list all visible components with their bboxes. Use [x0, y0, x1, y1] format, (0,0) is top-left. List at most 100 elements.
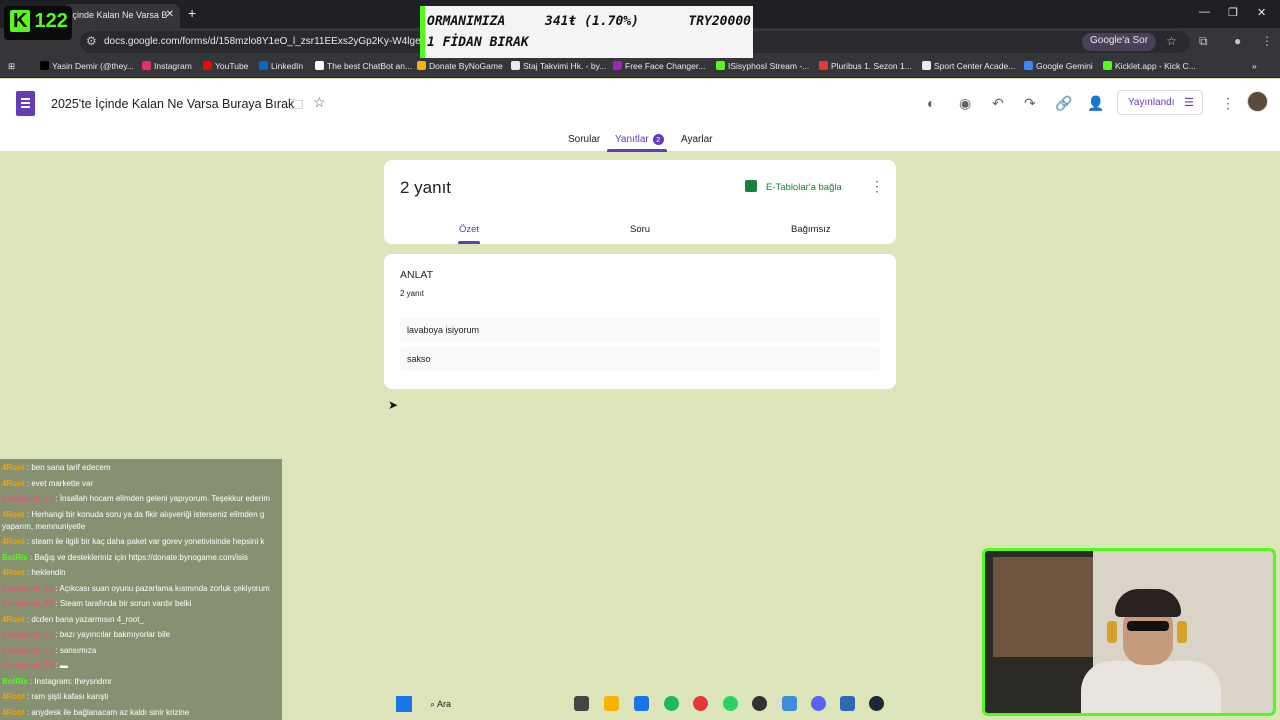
tab-questions[interactable]: Sorular	[568, 134, 600, 145]
chat-message: 4Root : Herhangi bir konuda soru ya da f…	[2, 510, 265, 519]
bookmark-item[interactable]: Instagram	[142, 61, 192, 71]
donation-goal-overlay: ORMANIMIZA 341ŧ (1.70%) TRY20000 1 FİDAN…	[420, 6, 753, 58]
maximize-icon[interactable]: ❐	[1228, 6, 1238, 19]
bookmark-item[interactable]: Google Gemini	[1024, 61, 1093, 71]
preview-eye-icon[interactable]: ◉	[959, 95, 971, 112]
bookmark-label: Instagram	[154, 61, 192, 71]
whatsapp-icon[interactable]	[723, 696, 738, 711]
steam-icon[interactable]	[869, 696, 884, 711]
bookmark-favicon	[417, 61, 426, 70]
chat-text: ben sana tarif edecem	[31, 463, 111, 472]
list-item: sakso	[400, 347, 880, 371]
bookmark-label: LinkedIn	[271, 61, 304, 71]
browser-tab[interactable]: İçinde Kalan Ne Varsa B ✕	[62, 4, 180, 28]
google-forms-icon[interactable]	[16, 91, 35, 116]
bookmark-item[interactable]: ISisyphosI Stream -...	[716, 61, 809, 71]
bookmark-item[interactable]: The best ChatBot an...	[315, 61, 412, 71]
task-view-icon[interactable]	[574, 696, 589, 711]
avatar[interactable]	[1247, 91, 1268, 112]
responses-more-icon[interactable]: ⋮	[870, 178, 884, 195]
taskbar-search[interactable]: ⌕ Ara	[422, 692, 552, 716]
forms-header: 2025'te İçinde Kalan Ne Varsa Buraya Bır…	[0, 79, 1280, 152]
bookmark-item[interactable]: Sport Center Acade...	[922, 61, 1015, 71]
bookmark-favicon	[511, 61, 520, 70]
bookmark-item[interactable]: LinkedIn	[259, 61, 303, 71]
form-title[interactable]: 2025'te İçinde Kalan Ne Varsa Buraya Bır…	[51, 97, 294, 111]
add-collaborator-icon[interactable]: 👤	[1087, 95, 1104, 112]
site-info-icon[interactable]: ⚙	[86, 34, 97, 48]
streamer-body	[1081, 661, 1221, 713]
browser-menu-icon[interactable]: ⋮	[1261, 34, 1273, 48]
bookmark-item[interactable]: Kicklet.app - Kick C...	[1103, 61, 1196, 71]
chat-text: Steam tarafında bir sorun vardır belki	[59, 599, 192, 608]
extensions-icon[interactable]: ⧉	[1199, 34, 1208, 49]
store-icon[interactable]	[634, 696, 649, 711]
bookmark-item[interactable]: Pluribus 1. Sezon 1...	[819, 61, 912, 71]
new-tab-icon[interactable]: +	[188, 5, 196, 21]
tab-responses[interactable]: Yanıtlar 2	[615, 134, 664, 145]
sunglasses	[1127, 621, 1169, 631]
mouse-cursor-icon: ➤	[388, 398, 399, 412]
close-window-icon[interactable]: ✕	[1257, 6, 1266, 19]
bookmark-item[interactable]: Yasin Demir (@they...	[40, 61, 134, 71]
chat-user: Cosayana_75	[2, 584, 54, 593]
chat-message: 4Root : ben sana tarif edecem	[2, 463, 111, 472]
star-icon[interactable]: ☆	[313, 94, 326, 111]
chrome-icon[interactable]	[693, 696, 708, 711]
bookmark-label: The best ChatBot an...	[327, 61, 413, 71]
chat-user: BotRix	[2, 553, 28, 562]
bookmark-item[interactable]: Free Face Changer...	[613, 61, 705, 71]
kick-logo: K 122	[4, 6, 72, 40]
ticker-goal: TRY20000	[688, 14, 751, 29]
chat-text: Bağış ve destekleriniz için https://dona…	[34, 553, 248, 562]
palette-icon[interactable]: ◐	[927, 95, 935, 111]
link-icon[interactable]: 🔗	[1055, 95, 1072, 112]
chat-message: Cosayana_75 : sansımıza	[2, 646, 97, 655]
close-tab-icon[interactable]: ✕	[166, 9, 174, 20]
publish-settings-icon: ☰	[1184, 97, 1194, 109]
bookmark-label: Staj Takvimi Hk. - by...	[523, 61, 607, 71]
bookmark-label: Kicklet.app - Kick C...	[1115, 61, 1196, 71]
chat-text: anydesk ile bağlanacam az kaldı sinir kr…	[31, 708, 190, 717]
tab-responses-label: Yanıtlar	[615, 134, 649, 145]
published-button[interactable]: Yayınlandı ☰	[1117, 90, 1203, 115]
profile-icon[interactable]: ●	[1234, 34, 1241, 48]
published-label: Yayınlandı	[1128, 97, 1175, 108]
spotify-icon[interactable]	[664, 696, 679, 711]
bookmark-item[interactable]: Donate ByNoGame	[417, 61, 503, 71]
redo-icon[interactable]: ↷	[1024, 95, 1036, 112]
bookmark-item[interactable]: YouTube	[203, 61, 248, 71]
list-item: lavaboya isiyorum	[400, 318, 880, 342]
bookmark-favicon	[315, 61, 324, 70]
bookmark-favicon	[40, 61, 49, 70]
windows-start-icon[interactable]	[396, 696, 412, 712]
more-bookmarks-icon[interactable]: »	[1252, 61, 1257, 71]
chat-message: 4Root : heklendin	[2, 568, 66, 577]
photos-icon[interactable]	[840, 696, 855, 711]
question-title: ANLAT	[400, 269, 434, 281]
bookmark-star-icon[interactable]: ☆	[1166, 34, 1177, 48]
link-to-sheets-button[interactable]: E-Tablolar'a bağla	[745, 180, 842, 193]
subtab-summary[interactable]: Özet	[459, 224, 479, 235]
more-options-icon[interactable]: ⋮	[1221, 95, 1235, 112]
folder-icon[interactable]: 🗀	[289, 94, 303, 118]
chat-user: Cosayana_75	[2, 599, 54, 608]
bookmark-item[interactable]: Staj Takvimi Hk. - by...	[511, 61, 606, 71]
subtab-individual[interactable]: Bağımsız	[791, 224, 831, 235]
file-explorer-icon[interactable]	[604, 696, 619, 711]
apps-icon[interactable]: ⊞	[8, 61, 15, 72]
chat-user: 4Root	[2, 708, 25, 717]
chat-user: BotRix	[2, 677, 28, 686]
google-sor-button[interactable]: Google'a Sor	[1082, 33, 1157, 51]
obs-icon[interactable]	[752, 696, 767, 711]
chat-user: Cosayana_75	[2, 494, 54, 503]
sheets-icon	[745, 180, 757, 192]
subtab-question[interactable]: Soru	[630, 224, 650, 235]
minimize-icon[interactable]: —	[1199, 6, 1210, 18]
app-icon[interactable]	[782, 696, 797, 711]
undo-icon[interactable]: ↶	[992, 95, 1004, 112]
chat-text: dcden bana yazarmısın 4_root_	[31, 615, 144, 624]
tab-settings[interactable]: Ayarlar	[681, 134, 713, 145]
bookmark-label: YouTube	[215, 61, 249, 71]
discord-icon[interactable]	[811, 696, 826, 711]
